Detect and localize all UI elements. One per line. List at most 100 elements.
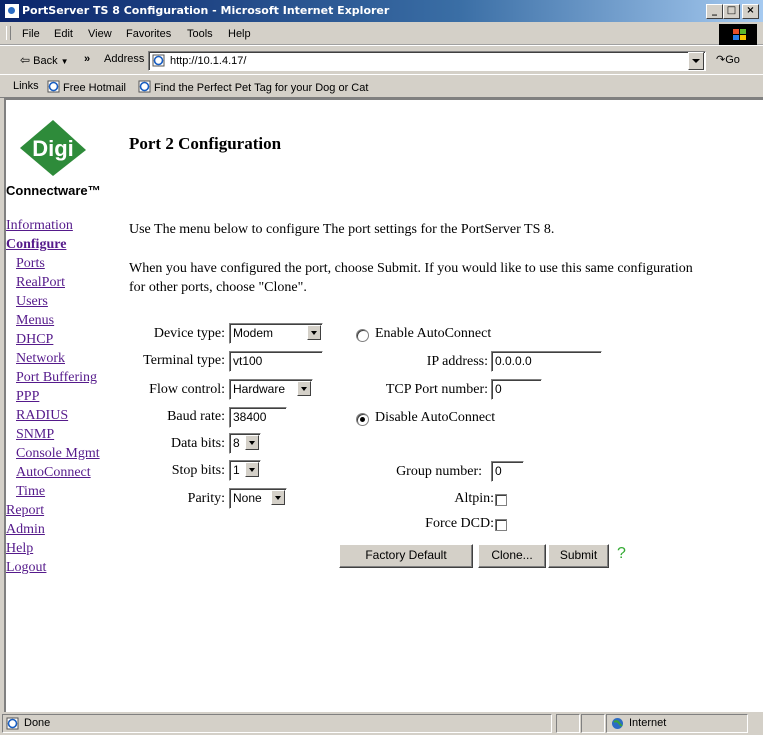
link-pet-tag-label: Find the Perfect Pet Tag for your Dog or…: [154, 82, 369, 94]
ie-app-icon: [4, 3, 20, 19]
menu-grip: [6, 26, 11, 40]
back-button[interactable]: ⇦ Back ▼: [20, 53, 69, 67]
stop-bits-select[interactable]: 1: [229, 460, 261, 481]
close-button[interactable]: ×: [742, 4, 759, 19]
enable-autoconnect-radio[interactable]: [356, 329, 369, 342]
stop-bits-label: Stop bits:: [171, 463, 225, 478]
nav-port-buffering[interactable]: Port Buffering: [16, 370, 97, 386]
menu-favorites[interactable]: Favorites: [126, 28, 171, 40]
data-bits-label: Data bits:: [170, 436, 225, 451]
nav-snmp[interactable]: SNMP: [16, 427, 54, 443]
back-arrow-icon: ⇦: [20, 53, 31, 67]
link-pet-tag[interactable]: Find the Perfect Pet Tag for your Dog or…: [138, 80, 368, 94]
instructions-line-2: for other ports, choose "Clone".: [129, 280, 307, 295]
go-arrow-icon: ↷: [716, 54, 726, 66]
baud-rate-value: 38400: [233, 410, 267, 424]
nav-dhcp[interactable]: DHCP: [16, 332, 53, 348]
chevron-down-icon: [245, 435, 259, 450]
help-question-icon[interactable]: ?: [617, 545, 626, 563]
nav-console-mgmt[interactable]: Console Mgmt: [16, 446, 100, 462]
altpin-checkbox[interactable]: [495, 494, 507, 506]
menu-edit[interactable]: Edit: [54, 28, 73, 40]
nav-report[interactable]: Report: [6, 503, 44, 519]
status-bar: Done Internet: [0, 712, 763, 735]
windows-logo-icon: [719, 24, 757, 45]
tcp-port-input[interactable]: 0: [491, 379, 542, 400]
data-bits-value: 8: [233, 436, 240, 450]
menu-tools[interactable]: Tools: [187, 28, 213, 40]
ie-link-icon: [138, 80, 151, 93]
status-zone-cell: Internet: [606, 714, 748, 733]
nav-time[interactable]: Time: [16, 484, 45, 500]
nav-network[interactable]: Network: [16, 351, 65, 367]
window-title: PortServer TS 8 Configuration - Microsof…: [22, 4, 390, 17]
back-label: Back: [33, 55, 58, 67]
nav-users[interactable]: Users: [16, 294, 48, 310]
menu-help[interactable]: Help: [228, 28, 251, 40]
clone-button[interactable]: Clone...: [478, 544, 546, 568]
data-bits-select[interactable]: 8: [229, 433, 261, 454]
tcp-port-value: 0: [495, 382, 502, 396]
chevron-down-icon: [297, 381, 311, 396]
nav-ppp[interactable]: PPP: [16, 389, 39, 405]
link-free-hotmail[interactable]: Free Hotmail: [47, 80, 126, 94]
factory-default-button[interactable]: Factory Default: [339, 544, 473, 568]
nav-radius[interactable]: RADIUS: [16, 408, 68, 424]
intro-text: Use The menu below to configure The port…: [129, 222, 555, 237]
instructions-line-1: When you have configured the port, choos…: [129, 261, 693, 276]
submit-button[interactable]: Submit: [548, 544, 609, 568]
parity-select[interactable]: None: [229, 488, 287, 509]
ie-page-icon: [152, 54, 165, 67]
group-number-value: 0: [495, 464, 502, 478]
address-bar[interactable]: http://10.1.4.17/: [148, 51, 706, 71]
links-bar: Links Free Hotmail Find the Perfect Pet …: [0, 74, 763, 98]
address-dropdown-icon[interactable]: [688, 52, 704, 70]
connectware-logo-text: Connectware™: [6, 183, 101, 198]
device-type-select[interactable]: Modem: [229, 323, 323, 344]
toolbar-more-chevron[interactable]: »: [84, 53, 90, 65]
maximize-button[interactable]: □: [723, 4, 740, 19]
minimize-button[interactable]: _: [706, 4, 723, 19]
menu-bar: File Edit View Favorites Tools Help: [0, 22, 763, 45]
disable-autoconnect-radio[interactable]: [356, 413, 369, 426]
status-text: Done: [24, 717, 51, 729]
page-title: Port 2 Configuration: [129, 134, 282, 153]
nav-information[interactable]: Information: [6, 218, 73, 234]
status-zone: Internet: [629, 717, 667, 729]
links-label: Links: [13, 80, 39, 92]
go-button[interactable]: ↷Go: [716, 53, 740, 66]
flow-control-label: Flow control:: [149, 382, 225, 397]
enable-autoconnect-label: Enable AutoConnect: [375, 326, 492, 341]
terminal-type-label: Terminal type:: [143, 353, 225, 368]
nav-admin[interactable]: Admin: [6, 522, 45, 538]
digi-logo: Digi: [20, 120, 86, 176]
menu-view[interactable]: View: [88, 28, 112, 40]
nav-autoconnect[interactable]: AutoConnect: [16, 465, 91, 481]
nav-logout[interactable]: Logout: [6, 560, 46, 576]
force-dcd-label: Force DCD:: [425, 516, 494, 531]
ie-page-icon: [6, 717, 19, 730]
menu-file[interactable]: File: [22, 28, 40, 40]
logo-brand-text: Digi: [32, 136, 74, 161]
group-number-input[interactable]: 0: [491, 461, 524, 482]
force-dcd-checkbox[interactable]: [495, 519, 507, 531]
ip-address-value: 0.0.0.0: [495, 354, 532, 368]
terminal-type-input[interactable]: vt100: [229, 351, 323, 372]
baud-rate-label: Baud rate:: [167, 409, 225, 424]
chevron-down-icon: [245, 462, 259, 477]
terminal-type-value: vt100: [233, 354, 263, 368]
flow-control-select[interactable]: Hardware: [229, 379, 313, 400]
nav-realport[interactable]: RealPort: [16, 275, 65, 291]
altpin-label: Altpin:: [454, 491, 494, 506]
nav-help[interactable]: Help: [6, 541, 33, 557]
ip-address-input[interactable]: 0.0.0.0: [491, 351, 602, 372]
chevron-down-icon: [307, 325, 321, 340]
baud-rate-input[interactable]: 38400: [229, 407, 287, 428]
page-content: Digi Connectware™ Information Configure …: [4, 98, 763, 712]
parity-value: None: [233, 491, 262, 505]
nav-configure[interactable]: Configure: [6, 237, 66, 253]
back-dropdown-icon[interactable]: ▼: [61, 57, 69, 66]
nav-menus[interactable]: Menus: [16, 313, 54, 329]
ip-address-label: IP address:: [426, 354, 488, 369]
nav-ports[interactable]: Ports: [16, 256, 45, 272]
